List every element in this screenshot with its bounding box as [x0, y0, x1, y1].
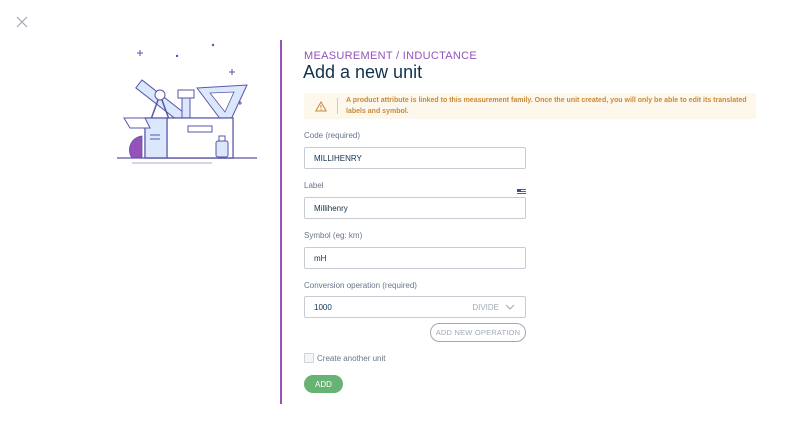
breadcrumb: MEASUREMENT / INDUCTANCE [304, 50, 478, 62]
add-new-operation-button[interactable]: ADD NEW OPERATION [430, 323, 526, 342]
warning-banner: A product attribute is linked to this me… [304, 93, 756, 119]
conversion-label: Conversion operation (required) [304, 281, 417, 290]
symbol-input[interactable]: mH [304, 247, 526, 269]
create-another-checkbox[interactable] [304, 353, 314, 363]
toolbox-illustration [112, 40, 262, 165]
warning-icon [304, 98, 338, 114]
page-title: Add a new unit [303, 62, 423, 82]
warning-message: A product attribute is linked to this me… [346, 97, 747, 115]
code-input[interactable]: MILLIHENRY [304, 147, 526, 169]
code-label: Code (required) [304, 131, 361, 140]
chevron-down-icon [505, 304, 515, 310]
us-flag-icon [517, 182, 526, 195]
symbol-label: Symbol (eg: km) [304, 231, 363, 240]
conversion-operation-row: 1000 DIVIDE [304, 296, 526, 318]
close-button[interactable] [14, 14, 30, 30]
conversion-value-input[interactable]: 1000 [314, 303, 332, 312]
add-button[interactable]: ADD [304, 375, 343, 393]
close-icon [16, 16, 28, 28]
vertical-divider [280, 40, 282, 404]
create-another-label: Create another unit [317, 354, 386, 363]
operator-select[interactable]: DIVIDE [472, 297, 515, 317]
operator-label: DIVIDE [472, 302, 499, 312]
label-label: Label [304, 181, 324, 190]
label-input[interactable]: Millihenry [304, 197, 526, 219]
